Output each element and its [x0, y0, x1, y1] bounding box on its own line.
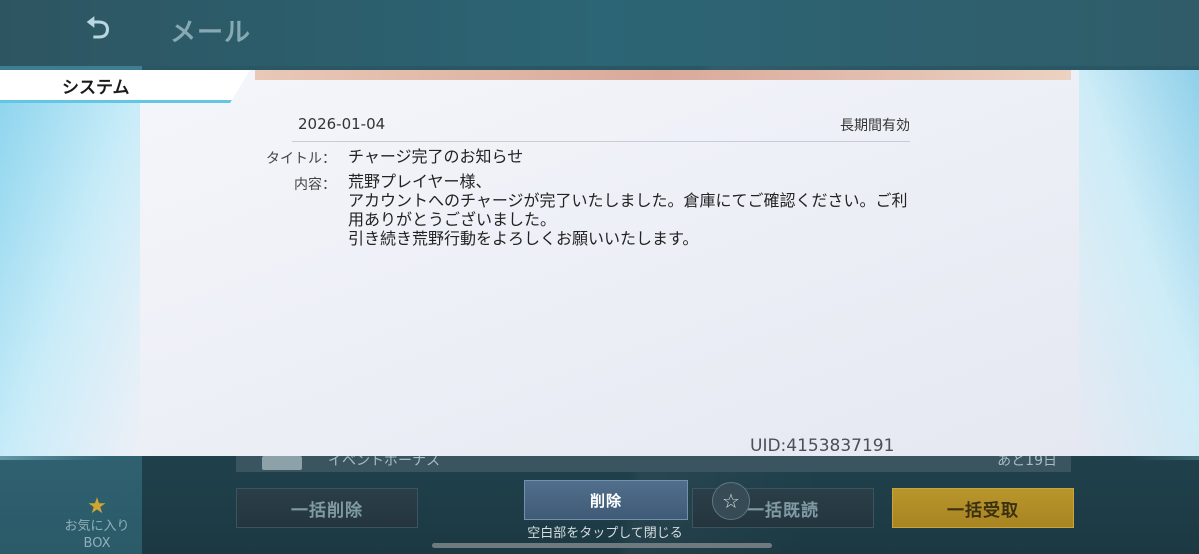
star-icon: ★ — [87, 494, 107, 519]
content-label: 内容： — [294, 177, 336, 193]
mail-item-icon — [262, 456, 302, 470]
list-item: イベントボーナス あと19日 — [236, 456, 1071, 472]
delete-all-button[interactable]: 一括削除 — [236, 488, 418, 528]
list-item-expiry: あと19日 — [997, 456, 1057, 469]
return-arrow-icon[interactable]: ⮌ — [78, 11, 118, 48]
page-title: メール — [170, 18, 252, 48]
list-item-title: イベントボーナス — [328, 456, 440, 469]
mail-body: 2026-01-04 長期間有効 タイトル： チャージ完了のお知らせ 内容： 荒… — [0, 70, 1199, 456]
close-hint[interactable]: 空白部をタップして閉じる — [500, 522, 710, 541]
mail-date: 2026-01-04 — [298, 115, 386, 133]
title-value: チャージ完了のお知らせ — [348, 147, 524, 166]
top-bar: ⮌ メール — [0, 0, 1199, 66]
uid-text: UID:4153837191 — [750, 436, 895, 456]
favorite-box-button[interactable]: ★ お気に入り BOX — [52, 496, 142, 552]
favorite-box-label-line1: お気に入り — [64, 519, 130, 534]
mail-validity: 長期間有効 — [840, 118, 910, 134]
delete-button[interactable]: 削除 — [524, 480, 688, 520]
mail-detail-panel: システム 2026-01-04 長期間有効 タイトル： チャージ完了のお知らせ … — [0, 70, 1199, 456]
title-label: タイトル： — [266, 151, 336, 167]
content-value: 荒野プレイヤー様、 アカウントへのチャージが完了いたしました。倉庫にてご確認くだ… — [348, 172, 908, 248]
star-outline-icon[interactable]: ☆ — [712, 482, 750, 520]
divider — [292, 141, 910, 142]
receive-all-button[interactable]: 一括受取 — [892, 488, 1074, 528]
favorite-box-label-line2: BOX — [83, 536, 111, 551]
home-indicator[interactable] — [432, 543, 772, 548]
